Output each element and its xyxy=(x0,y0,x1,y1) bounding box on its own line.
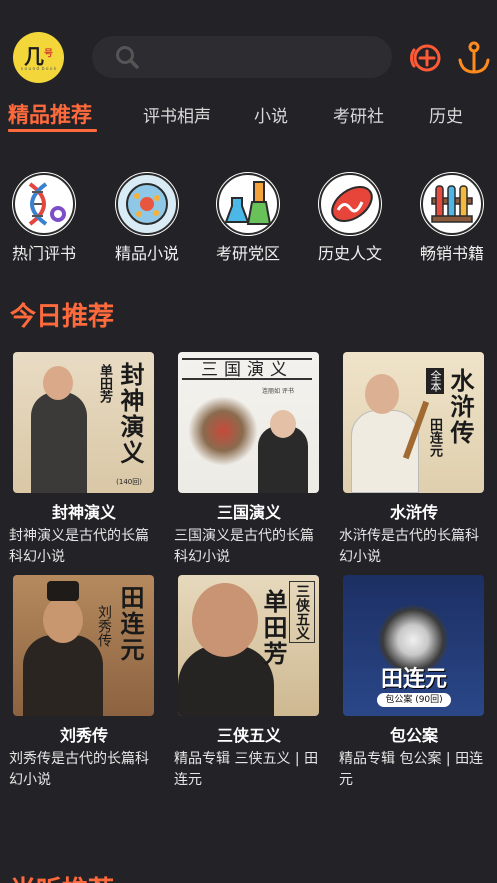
book-cover: 三国演义 连丽如 评书 xyxy=(178,352,319,493)
book-card[interactable]: 田连元 刘秀传 刘秀传 刘秀传是古代的长篇科幻小说 xyxy=(9,575,159,791)
book-cover: 水浒传 全本 田连元 xyxy=(343,352,484,493)
book-card[interactable]: 三国演义 连丽如 评书 三国演义 三国演义是古代的长篇科幻小说 xyxy=(174,352,324,568)
category-label: 历史人文 xyxy=(317,244,382,263)
book-description: 三国演义是古代的长篇科幻小说 xyxy=(174,528,314,565)
cover-face xyxy=(192,583,258,657)
tab-exam[interactable]: 考研社 xyxy=(333,102,384,127)
book-cover: 田连元 包公案 (90回) xyxy=(343,575,484,716)
cell-icon xyxy=(115,172,179,236)
cover-hat xyxy=(47,581,79,601)
book-title: 包公案 xyxy=(389,726,438,745)
avatar-logo-text: 几号 xyxy=(23,44,53,69)
section-title-next: 当听推荐 xyxy=(10,870,114,883)
book-title: 三国演义 xyxy=(216,503,281,522)
cover-author: 连丽如 评书 xyxy=(262,388,294,395)
book-description: 水浒传是古代的长篇科幻小说 xyxy=(339,528,479,565)
book-title: 水浒传 xyxy=(389,503,438,522)
flask-icon xyxy=(216,172,280,236)
avatar-subtext: ｓｏｕｎｄ ｂｏｏｋ xyxy=(19,66,58,72)
cover-face xyxy=(365,374,399,414)
book-title: 封神演义 xyxy=(51,503,116,522)
category-quality-novels[interactable]: 精品小说 xyxy=(106,172,188,264)
cover-author: 三侠五义 xyxy=(289,581,315,643)
tab-novels[interactable]: 小说 xyxy=(254,102,288,127)
book-title: 三侠五义 xyxy=(216,726,281,745)
cover-title: 三国演义 xyxy=(182,358,312,380)
cover-title: 水浒传 xyxy=(446,368,475,446)
book-card[interactable]: 田连元 包公案 (90回) 包公案 精品专辑 包公案 | 田连元 xyxy=(339,575,489,791)
section-title-today: 今日推荐 xyxy=(10,302,115,332)
cover-title: 封神演义 xyxy=(116,362,145,466)
cover-title: 单田芳 xyxy=(259,589,288,667)
category-label: 热门评书 xyxy=(11,244,76,263)
book-description: 精品专辑 三侠五义 | 田连元 xyxy=(174,751,319,788)
book-cover: 封神演义 单田芳 (140回) xyxy=(13,352,154,493)
tab-featured[interactable]: 精品推荐 xyxy=(8,99,92,129)
book-card[interactable]: 三侠五义 单田芳 三侠五义 精品专辑 三侠五义 | 田连元 xyxy=(174,575,324,791)
cover-face xyxy=(43,597,83,643)
cover-figure xyxy=(23,635,103,716)
cover-painting xyxy=(188,396,258,466)
book-description: 精品专辑 包公案 | 田连元 xyxy=(339,751,484,788)
book-card[interactable]: 封神演义 单田芳 (140回) 封神演义 封神演义是古代的长篇科幻小说 xyxy=(9,352,159,568)
search-input[interactable] xyxy=(92,36,392,78)
cover-title: 田连元 xyxy=(116,585,145,663)
cover-author: 单田芳 xyxy=(97,364,112,403)
cover-face xyxy=(43,366,73,400)
organ-icon xyxy=(318,172,382,236)
cover-figure xyxy=(31,392,87,493)
book-cover: 田连元 刘秀传 xyxy=(13,575,154,716)
book-title: 刘秀传 xyxy=(59,726,108,745)
cover-face xyxy=(270,410,296,438)
cover-author: 田连元 xyxy=(427,418,442,457)
test-tubes-icon xyxy=(420,172,484,236)
book-description: 封神演义是古代的长篇科幻小说 xyxy=(9,528,149,565)
active-tab-indicator xyxy=(8,129,97,132)
book-description: 刘秀传是古代的长篇科幻小说 xyxy=(9,751,149,788)
book-card[interactable]: 水浒传 全本 田连元 水浒传 水浒传是古代的长篇科幻小说 xyxy=(339,352,489,568)
category-label: 考研党区 xyxy=(215,244,280,263)
category-exam-zone[interactable]: 考研党区 xyxy=(207,172,289,264)
search-icon xyxy=(116,46,139,69)
category-label: 畅销书籍 xyxy=(419,244,484,263)
category-tabs: 精品推荐 评书相声 小说 考研社 历史 xyxy=(0,98,497,138)
category-bestsellers[interactable]: 畅销书籍 xyxy=(411,172,493,264)
category-label: 精品小说 xyxy=(114,244,179,263)
tab-history[interactable]: 历史 xyxy=(429,102,463,127)
anchor-icon[interactable] xyxy=(456,40,492,76)
book-cover: 三侠五义 单田芳 xyxy=(178,575,319,716)
category-history-culture[interactable]: 历史人文 xyxy=(309,172,391,264)
category-popular-storytelling[interactable]: 热门评书 xyxy=(3,172,85,264)
add-circle-icon[interactable] xyxy=(408,40,444,76)
tab-storytelling[interactable]: 评书相声 xyxy=(143,102,211,127)
cover-note: (140回) xyxy=(116,478,142,486)
cover-title: 田连元 xyxy=(380,666,447,692)
cover-note: 全本 xyxy=(426,368,444,394)
cover-author: 包公案 (90回) xyxy=(377,693,451,707)
cover-author: 刘秀传 xyxy=(96,605,112,647)
top-bar: 几号 ｓｏｕｎｄ ｂｏｏｋ xyxy=(0,0,497,90)
avatar[interactable]: 几号 ｓｏｕｎｄ ｂｏｏｋ xyxy=(13,32,64,83)
dna-icon xyxy=(12,172,76,236)
